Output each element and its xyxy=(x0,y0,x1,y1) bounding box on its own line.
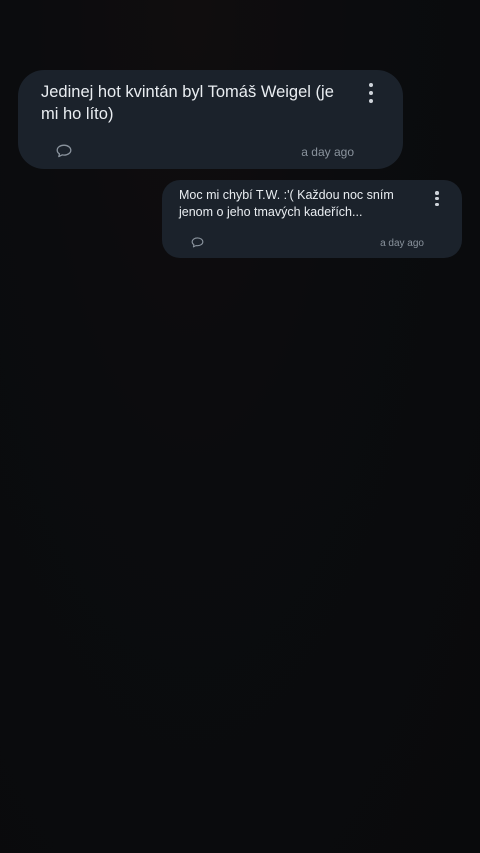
message-text: Moc mi chybí T.W. :'( Každou noc sním je… xyxy=(179,188,394,219)
chat-screen: Jedinej hot kvintán byl Tomáš Weigel (je… xyxy=(0,0,480,853)
message-bubble-reply[interactable]: Moc mi chybí T.W. :'( Každou noc sním je… xyxy=(162,180,462,258)
more-vertical-icon[interactable] xyxy=(367,83,375,103)
comment-icon[interactable] xyxy=(56,144,72,158)
message-bubble-main[interactable]: Jedinej hot kvintán byl Tomáš Weigel (je… xyxy=(18,70,403,169)
message-text: Jedinej hot kvintán byl Tomáš Weigel (je… xyxy=(41,83,334,123)
more-vertical-icon[interactable] xyxy=(434,191,440,206)
message-timestamp: a day ago xyxy=(301,145,354,159)
message-timestamp: a day ago xyxy=(380,238,424,249)
comment-icon[interactable] xyxy=(191,237,204,248)
